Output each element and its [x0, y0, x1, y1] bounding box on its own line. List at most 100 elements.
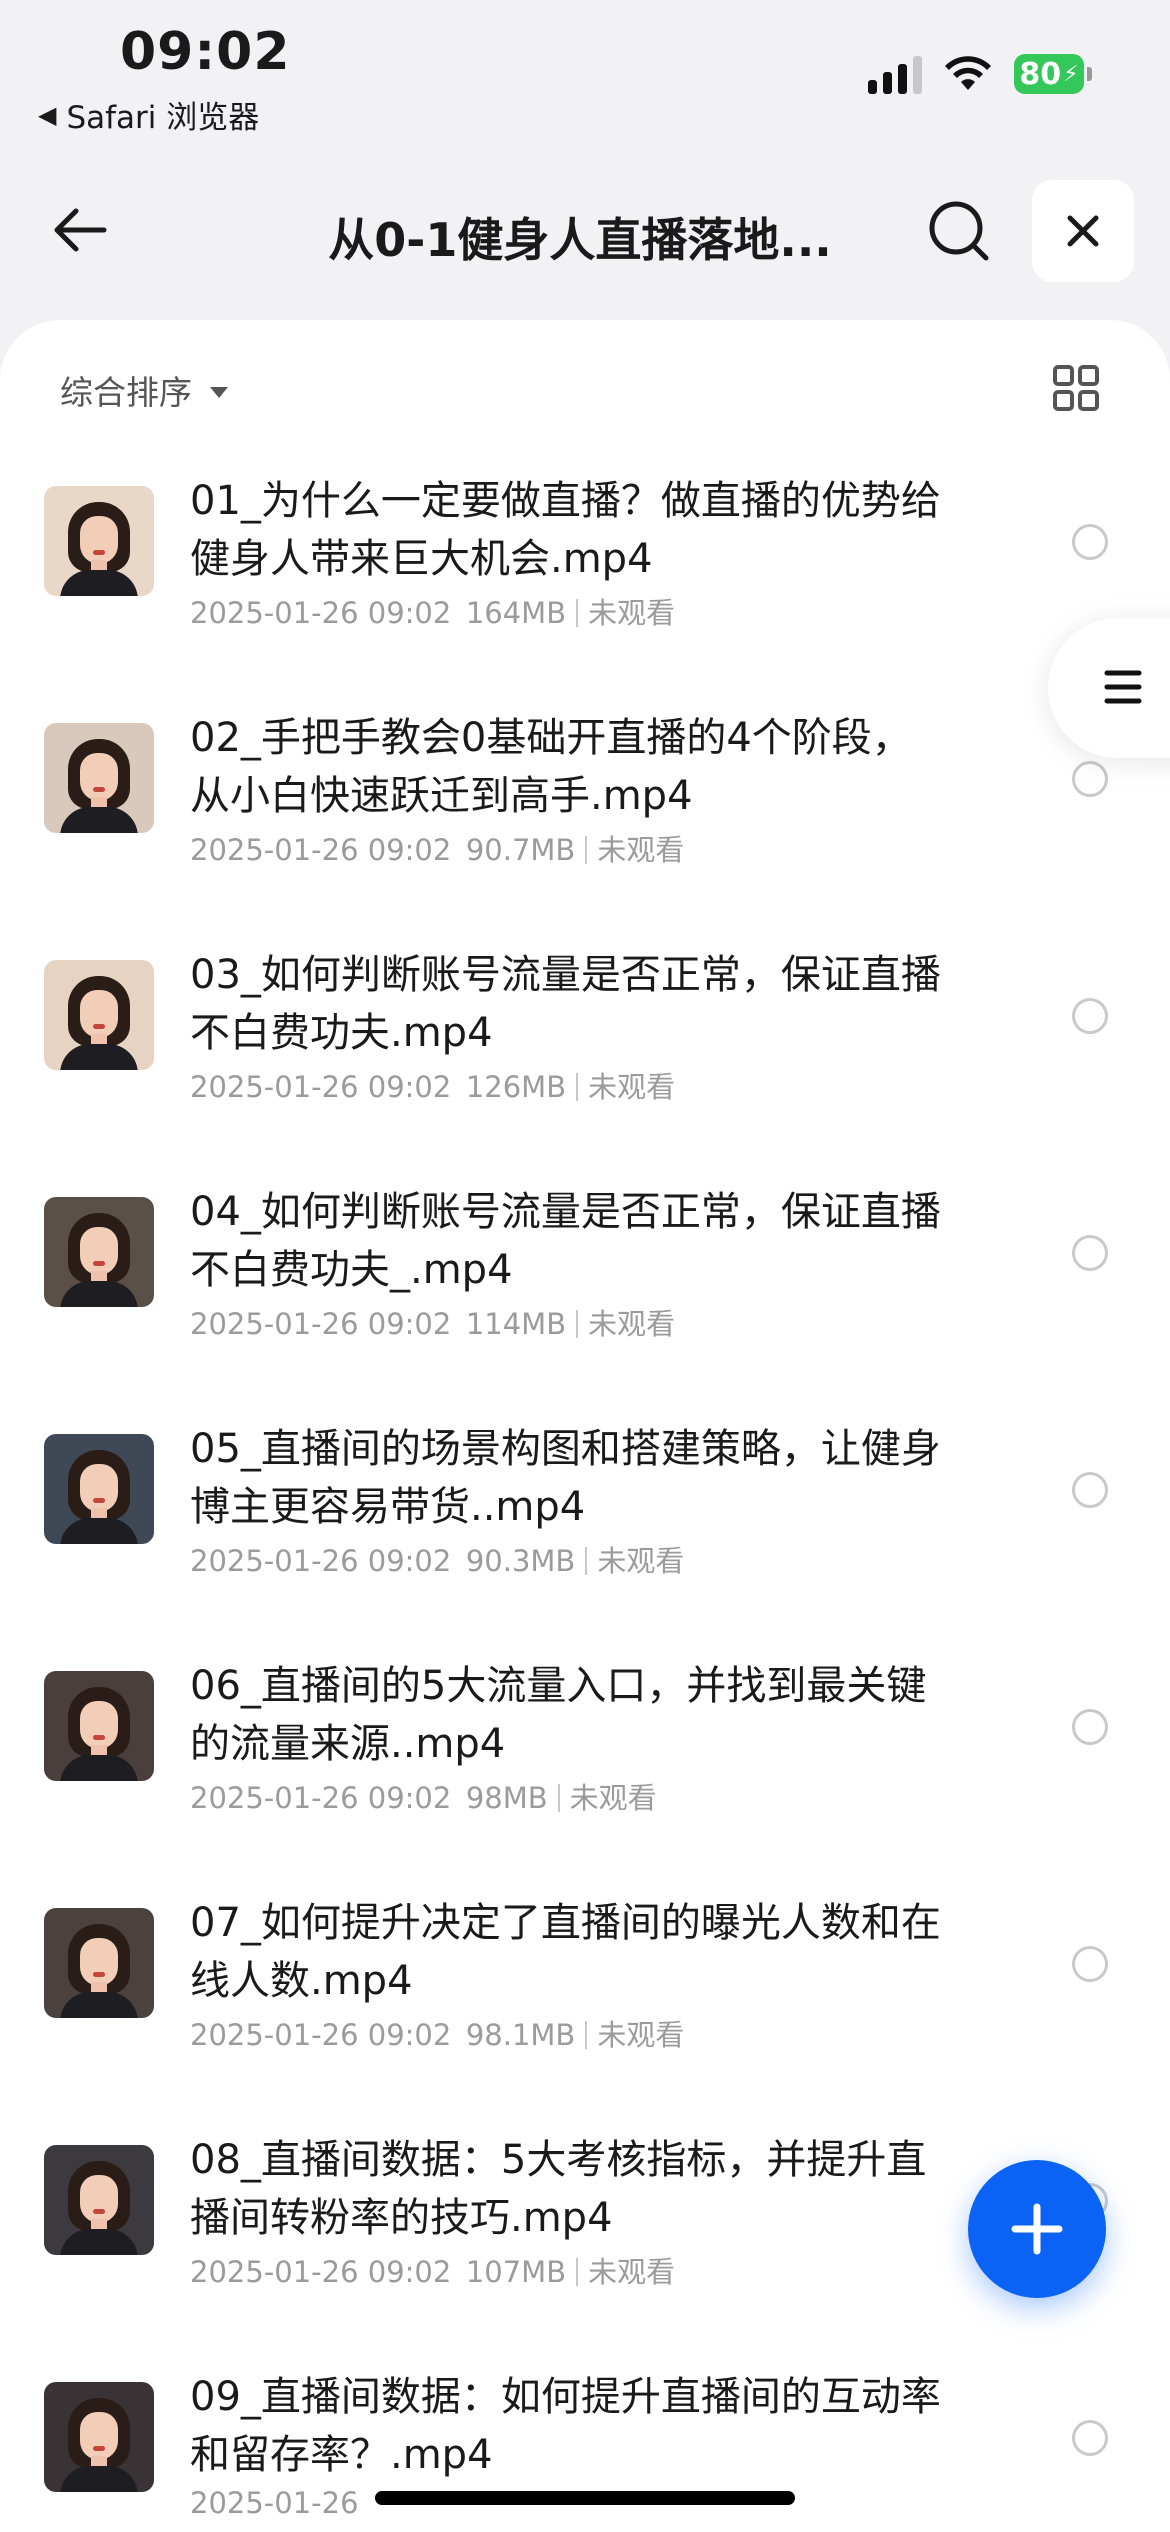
back-to-safari-link[interactable]: ◀ Safari 浏览器 [38, 92, 259, 137]
file-row[interactable]: 04_如何判断账号流量是否正常，保证直播不白费功夫_.mp4 2025-01-26… [0, 1161, 1170, 1398]
file-date: 2025-01-26 09:02 [190, 596, 452, 630]
file-row[interactable]: 07_如何提升决定了直播间的曝光人数和在线人数.mp4 2025-01-26 09… [0, 1872, 1170, 2109]
charging-bolt-icon: ⚡ [1063, 61, 1079, 87]
file-name: 08_直播间数据：5大考核指标，并提升直播间转粉率的技巧.mp4 [190, 2137, 927, 2241]
select-radio[interactable] [1072, 524, 1108, 560]
watch-status: 未观看 [588, 1307, 676, 1341]
battery-indicator: 80 ⚡ [1014, 54, 1092, 94]
file-date: 2025-01-26 09:02 [190, 833, 452, 867]
file-row[interactable]: 05_直播间的场景构图和搭建策略，让健身博主更容易带货..mp4 2025-01-… [0, 1398, 1170, 1635]
file-size: 107MB [465, 2255, 567, 2289]
back-button[interactable] [48, 198, 112, 262]
meta-divider [576, 599, 579, 627]
watch-status: 未观看 [597, 833, 685, 867]
watch-status: 未观看 [597, 2018, 685, 2052]
file-row[interactable]: 03_如何判断账号流量是否正常，保证直播不白费功夫.mp4 2025-01-26 … [0, 924, 1170, 1161]
file-meta: 2025-01-26 09:02 126MB 未观看 [190, 1064, 675, 1106]
sort-dropdown[interactable]: 综合排序 [60, 366, 228, 414]
back-to-app-label: Safari 浏览器 [66, 100, 260, 136]
video-thumbnail [44, 486, 154, 596]
file-row[interactable]: 01_为什么一定要做直播？做直播的优势给健身人带来巨大机会.mp4 2025-01… [0, 450, 1170, 687]
video-thumbnail [44, 2382, 154, 2492]
caret-down-icon [210, 386, 228, 398]
watch-status: 未观看 [588, 596, 676, 630]
close-icon [1067, 215, 1099, 247]
file-size: 114MB [465, 1307, 567, 1341]
select-radio[interactable] [1072, 761, 1108, 797]
meta-divider [585, 1547, 588, 1575]
file-size: 164MB [465, 596, 567, 630]
grid-view-icon [1053, 365, 1099, 411]
status-icons: 80 ⚡ [868, 54, 1092, 94]
file-name: 06_直播间的5大流量入口，并找到最关键的流量来源..mp4 [190, 1663, 927, 1767]
select-radio[interactable] [1072, 1946, 1108, 1982]
file-size: 98MB [465, 1781, 548, 1815]
file-meta: 2025-01-26 09:02 164MB 未观看 [190, 590, 675, 632]
file-date: 2025-01-26 09:02 [190, 2255, 452, 2289]
meta-divider [585, 2021, 588, 2049]
file-meta: 2025-01-26 09:02 107MB 未观看 [190, 2249, 675, 2291]
file-row[interactable]: 06_直播间的5大流量入口，并找到最关键的流量来源..mp4 2025-01-26… [0, 1635, 1170, 1872]
file-date: 2025-01-26 09:02 [190, 2018, 452, 2052]
video-thumbnail [44, 1908, 154, 2018]
file-date: 2025-01-26 09:02 [190, 1544, 452, 1578]
watch-status: 未观看 [588, 2255, 676, 2289]
video-thumbnail [44, 960, 154, 1070]
home-indicator [375, 2491, 795, 2505]
watch-status: 未观看 [569, 1781, 657, 1815]
file-name: 01_为什么一定要做直播？做直播的优势给健身人带来巨大机会.mp4 [190, 478, 941, 582]
close-button[interactable] [1032, 180, 1134, 282]
sort-label: 综合排序 [60, 373, 192, 412]
file-size: 90.7MB [465, 833, 576, 867]
arrow-left-icon [54, 208, 107, 252]
video-thumbnail [44, 1197, 154, 1307]
file-meta: 2025-01-26 09:02 90.3MB 未观看 [190, 1538, 684, 1580]
page-title: 从0-1健身人直播落地... [328, 213, 832, 267]
file-name: 02_手把手教会0基础开直播的4个阶段，从小白快速跃迁到高手.mp4 [190, 715, 912, 819]
select-radio[interactable] [1072, 1472, 1108, 1508]
meta-divider [576, 1073, 579, 1101]
select-radio[interactable] [1072, 998, 1108, 1034]
file-meta: 2025-01-26 09:02 98.1MB 未观看 [190, 2012, 684, 2054]
file-meta: 2025-01-26 09:02 114MB 未观看 [190, 1301, 675, 1343]
search-button[interactable] [926, 198, 992, 264]
meta-divider [585, 836, 588, 864]
nav-header: 从0-1健身人直播落地... [0, 170, 1170, 290]
video-thumbnail [44, 723, 154, 833]
meta-divider [557, 1784, 560, 1812]
file-meta: 2025-01-26 09:02 90.7MB 未观看 [190, 827, 684, 869]
select-radio[interactable] [1072, 1235, 1108, 1271]
file-date: 2025-01-26 [190, 2486, 359, 2520]
file-date: 2025-01-26 09:02 [190, 1070, 452, 1104]
file-date: 2025-01-26 09:02 [190, 1781, 452, 1815]
file-name: 09_直播间数据：如何提升直播间的互动率和留存率？.mp4 [190, 2374, 941, 2478]
plus-icon [1011, 2203, 1063, 2255]
file-date: 2025-01-26 09:02 [190, 1307, 452, 1341]
file-meta: 2025-01-26 09:02 98MB 未观看 [190, 1775, 657, 1817]
watch-status: 未观看 [588, 1070, 676, 1104]
file-name: 04_如何判断账号流量是否正常，保证直播不白费功夫_.mp4 [190, 1189, 941, 1293]
video-thumbnail [44, 1434, 154, 1544]
file-size: 126MB [465, 1070, 567, 1104]
status-bar: 09:02 ◀ Safari 浏览器 80 ⚡ [0, 0, 1170, 150]
add-button[interactable] [968, 2160, 1106, 2298]
search-icon [929, 201, 989, 261]
file-meta: 2025-01-26 [190, 2486, 359, 2520]
select-radio[interactable] [1072, 1709, 1108, 1745]
meta-divider [576, 2258, 579, 2286]
file-name: 05_直播间的场景构图和搭建策略，让健身博主更容易带货..mp4 [190, 1426, 941, 1530]
back-triangle-icon: ◀ [38, 100, 57, 129]
cellular-signal-icon [868, 54, 922, 94]
battery-percent: 80 [1019, 56, 1062, 92]
select-radio[interactable] [1072, 2420, 1108, 2456]
grid-view-toggle[interactable] [1052, 364, 1100, 412]
file-size: 98.1MB [465, 2018, 576, 2052]
video-thumbnail [44, 2145, 154, 2255]
video-thumbnail [44, 1671, 154, 1781]
menu-icon [1104, 670, 1142, 704]
file-size: 90.3MB [465, 1544, 576, 1578]
file-row[interactable]: 02_手把手教会0基础开直播的4个阶段，从小白快速跃迁到高手.mp4 2025-0… [0, 687, 1170, 924]
file-name: 03_如何判断账号流量是否正常，保证直播不白费功夫.mp4 [190, 952, 941, 1056]
sort-bar: 综合排序 [0, 320, 1170, 450]
status-time: 09:02 [120, 22, 291, 82]
